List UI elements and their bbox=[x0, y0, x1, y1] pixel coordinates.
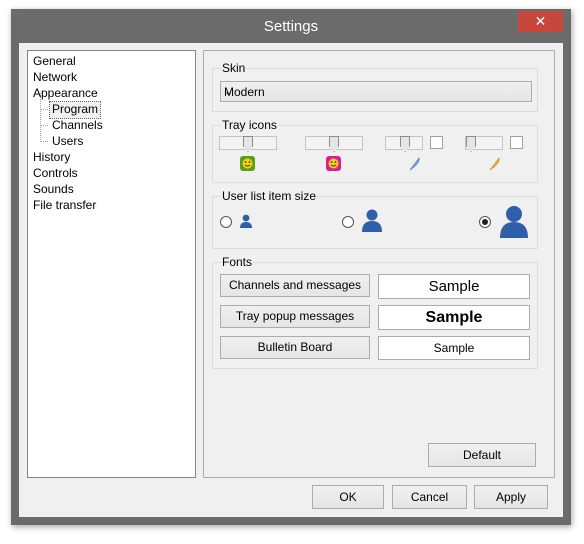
tree-item-channels[interactable]: Channels bbox=[52, 117, 103, 133]
pink-smiley-icon bbox=[326, 156, 341, 171]
tray-icon-checkbox-3[interactable] bbox=[430, 136, 443, 149]
size-large-radio[interactable] bbox=[479, 216, 491, 228]
user-list-size-group-title: User list item size bbox=[221, 189, 318, 203]
tree-connector bbox=[40, 125, 48, 126]
bulletin-board-font-sample: Sample bbox=[378, 336, 530, 360]
fonts-group: Fonts Channels and messages Sample Tray … bbox=[212, 255, 538, 369]
orange-feather-icon bbox=[487, 156, 502, 171]
tree-item-file-transfer[interactable]: File transfer bbox=[33, 197, 96, 213]
chevron-down-icon: ⌄ bbox=[224, 86, 234, 98]
size-small-radio[interactable] bbox=[220, 216, 232, 228]
dialog-client: General Network Appearance Program Chann… bbox=[19, 43, 563, 517]
apply-button[interactable]: Apply bbox=[474, 485, 548, 509]
large-user-icon bbox=[499, 203, 529, 242]
tray-icons-group: Tray icons bbox=[212, 118, 538, 183]
tree-connector bbox=[40, 109, 48, 110]
settings-tree[interactable]: General Network Appearance Program Chann… bbox=[27, 50, 196, 478]
channels-messages-font-sample: Sample bbox=[378, 274, 530, 299]
slider-thumb[interactable] bbox=[400, 136, 410, 152]
title-bar[interactable]: Settings ✕ bbox=[11, 9, 571, 43]
tree-item-controls[interactable]: Controls bbox=[33, 165, 78, 181]
medium-user-icon bbox=[361, 207, 383, 236]
tray-icon-slider-4[interactable] bbox=[465, 136, 503, 152]
tray-icon-slider-3[interactable] bbox=[385, 136, 423, 152]
cancel-button[interactable]: Cancel bbox=[392, 485, 467, 509]
bulletin-board-font-button[interactable]: Bulletin Board bbox=[220, 336, 370, 359]
slider-thumb[interactable] bbox=[466, 136, 476, 152]
green-smiley-icon bbox=[240, 156, 255, 171]
tree-item-users[interactable]: Users bbox=[52, 133, 83, 149]
ok-button[interactable]: OK bbox=[312, 485, 384, 509]
window-title: Settings bbox=[263, 18, 319, 35]
skin-select[interactable]: Modern ⌄ bbox=[220, 81, 532, 102]
tree-item-general[interactable]: General bbox=[33, 53, 76, 69]
skin-group-title: Skin bbox=[221, 61, 247, 75]
tray-popup-font-sample: Sample bbox=[378, 305, 530, 330]
skin-group: Skin Modern ⌄ bbox=[212, 61, 538, 112]
tree-item-history[interactable]: History bbox=[33, 149, 70, 165]
small-user-icon bbox=[239, 213, 253, 232]
tree-item-sounds[interactable]: Sounds bbox=[33, 181, 74, 197]
tray-icon-slider-1[interactable] bbox=[219, 136, 277, 152]
fonts-group-title: Fonts bbox=[221, 255, 254, 269]
slider-thumb[interactable] bbox=[329, 136, 339, 152]
default-button[interactable]: Default bbox=[428, 443, 536, 467]
tree-item-network[interactable]: Network bbox=[33, 69, 77, 85]
settings-window: Settings ✕ General Network Appearance Pr… bbox=[11, 9, 571, 525]
tray-icons-group-title: Tray icons bbox=[221, 118, 278, 132]
blue-feather-icon bbox=[407, 156, 422, 171]
size-medium-radio[interactable] bbox=[342, 216, 354, 228]
close-button[interactable]: ✕ bbox=[518, 11, 563, 32]
tray-icon-checkbox-4[interactable] bbox=[510, 136, 523, 149]
user-list-size-group: User list item size bbox=[212, 189, 538, 249]
tray-popup-font-button[interactable]: Tray popup messages bbox=[220, 305, 370, 328]
tree-item-appearance[interactable]: Appearance bbox=[33, 85, 98, 101]
channels-messages-font-button[interactable]: Channels and messages bbox=[220, 274, 370, 297]
tray-icon-slider-2[interactable] bbox=[305, 136, 363, 152]
tree-connector bbox=[40, 141, 48, 142]
program-settings-panel: Skin Modern ⌄ Tray icons User list item … bbox=[203, 50, 555, 478]
slider-thumb[interactable] bbox=[243, 136, 253, 152]
